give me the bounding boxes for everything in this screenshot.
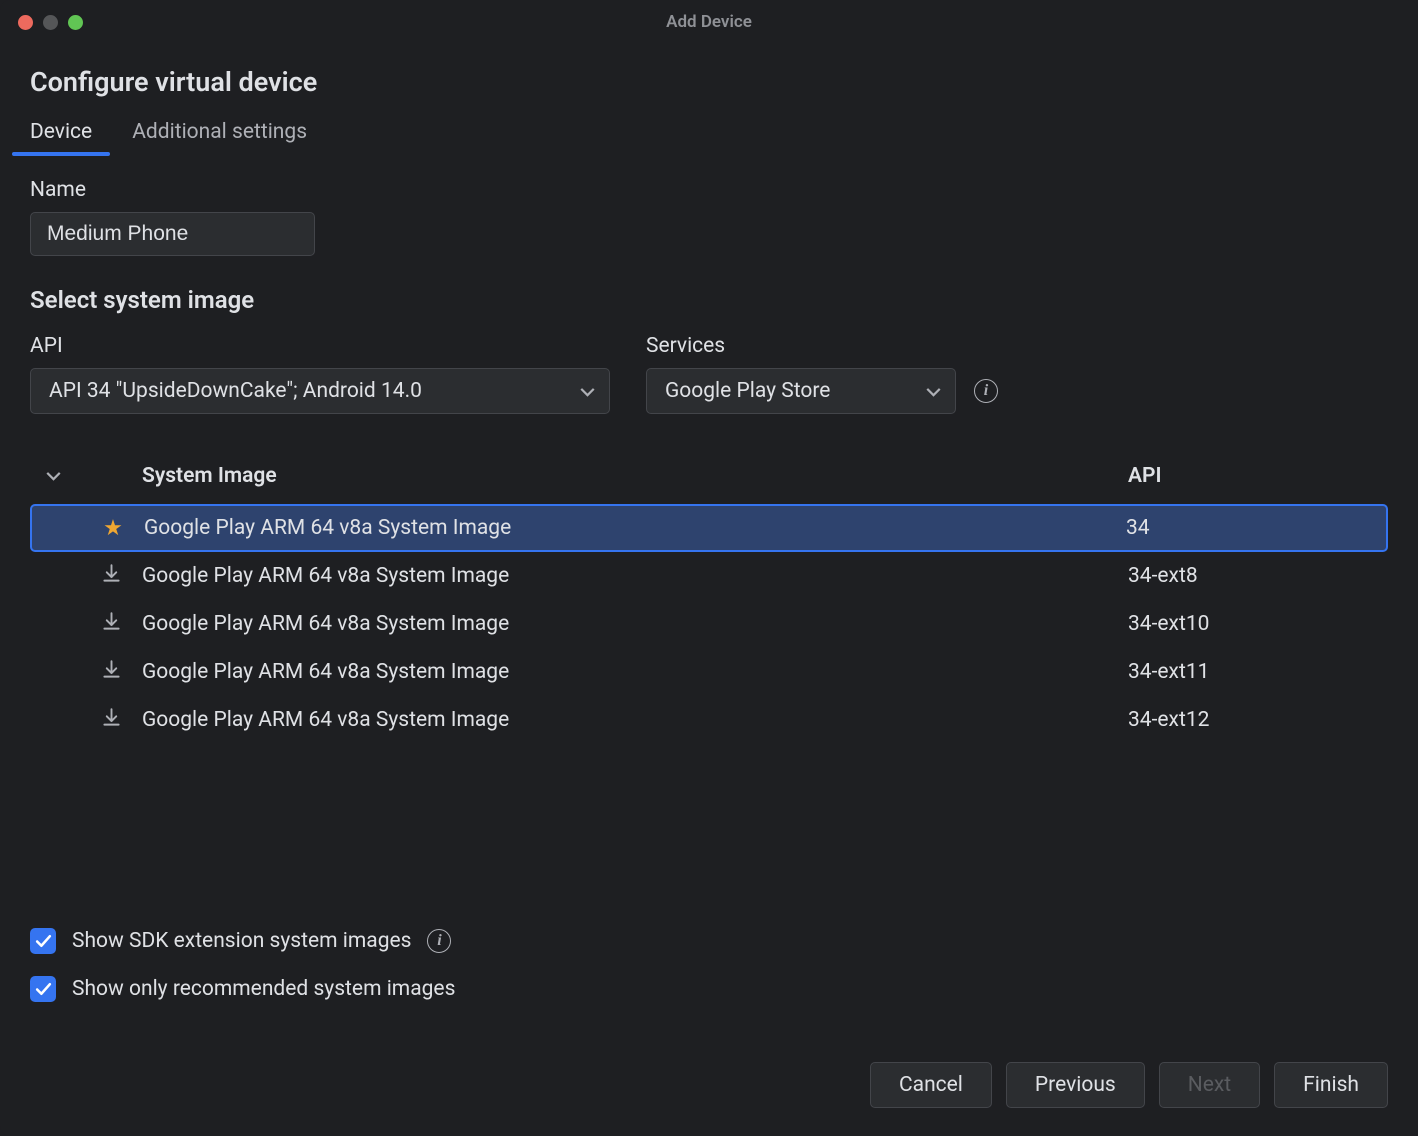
download-icon[interactable] — [102, 660, 121, 685]
add-device-window: Add Device Configure virtual device Devi… — [0, 0, 1418, 1136]
table-header: System Image API — [30, 454, 1388, 504]
services-select-value: Google Play Store — [665, 379, 830, 403]
checkbox-sdk-ext-row: Show SDK extension system images i — [30, 928, 1388, 954]
window-controls — [18, 15, 83, 30]
close-window-button[interactable] — [18, 15, 33, 30]
minimize-window-button[interactable] — [43, 15, 58, 30]
checkboxes: Show SDK extension system images i Show … — [30, 928, 1388, 1002]
table-row[interactable]: Google Play ARM 64 v8a System Image34-ex… — [30, 552, 1388, 600]
services-label: Services — [646, 334, 998, 358]
api-select-value: API 34 "UpsideDownCake"; Android 14.0 — [49, 379, 422, 403]
name-input[interactable] — [30, 212, 315, 256]
checkbox-recommended[interactable] — [30, 976, 56, 1002]
api-filter-group: API API 34 "UpsideDownCake"; Android 14.… — [30, 334, 610, 414]
tab-additional-settings[interactable]: Additional settings — [132, 120, 307, 154]
name-label: Name — [30, 178, 1388, 202]
cancel-button[interactable]: Cancel — [870, 1062, 992, 1108]
footer: Cancel Previous Next Finish — [0, 1032, 1418, 1136]
row-name: Google Play ARM 64 v8a System Image — [132, 660, 1128, 684]
checkbox-recommended-row: Show only recommended system images — [30, 976, 1388, 1002]
checkbox-sdk-ext[interactable] — [30, 928, 56, 954]
finish-button[interactable]: Finish — [1274, 1062, 1388, 1108]
table-body: ★Google Play ARM 64 v8a System Image34Go… — [30, 504, 1388, 744]
star-icon: ★ — [103, 516, 123, 541]
tab-device[interactable]: Device — [30, 120, 92, 154]
download-icon[interactable] — [102, 708, 121, 733]
collapse-toggle[interactable] — [30, 471, 90, 481]
previous-button[interactable]: Previous — [1006, 1062, 1145, 1108]
system-image-table: System Image API ★ Google Play ARM 64 v8a… — [30, 454, 1388, 858]
row-api: 34-ext8 — [1128, 564, 1388, 588]
maximize-window-button[interactable] — [68, 15, 83, 30]
row-name: Google Play ARM 64 v8a System Image — [132, 612, 1128, 636]
row-api: 34-ext12 — [1128, 708, 1388, 732]
chevron-down-icon — [926, 379, 941, 403]
table-row[interactable]: Google Play ARM 64 v8a System Image34-ex… — [30, 648, 1388, 696]
window-title: Add Device — [0, 12, 1418, 32]
row-api: 34-ext11 — [1128, 660, 1388, 684]
chevron-down-icon — [580, 379, 595, 403]
page-title: Configure virtual device — [30, 66, 1388, 98]
row-api: 34 — [1126, 516, 1386, 540]
tabs: Device Additional settings — [30, 120, 1388, 154]
table-row[interactable]: ★ Google Play ARM 64 v8a System Image34 — [30, 504, 1388, 552]
download-icon[interactable] — [102, 612, 121, 637]
services-filter-group: Services Google Play Store i — [646, 334, 998, 414]
row-name: Google Play ARM 64 v8a System Image — [132, 564, 1128, 588]
info-icon[interactable]: i — [427, 929, 451, 953]
row-name: Google Play ARM 64 v8a System Image — [132, 708, 1128, 732]
download-icon[interactable] — [102, 564, 121, 589]
api-label: API — [30, 334, 610, 358]
row-name: Google Play ARM 64 v8a System Image — [134, 516, 1126, 540]
info-icon[interactable]: i — [974, 379, 998, 403]
titlebar: Add Device — [0, 0, 1418, 44]
checkbox-recommended-label: Show only recommended system images — [72, 977, 455, 1001]
content: Configure virtual device Device Addition… — [0, 44, 1418, 1032]
table-row[interactable]: Google Play ARM 64 v8a System Image34-ex… — [30, 696, 1388, 744]
column-header-api[interactable]: API — [1128, 464, 1388, 488]
next-button: Next — [1159, 1062, 1260, 1108]
api-select[interactable]: API 34 "UpsideDownCake"; Android 14.0 — [30, 368, 610, 414]
section-title: Select system image — [30, 286, 1388, 314]
table-row[interactable]: Google Play ARM 64 v8a System Image34-ex… — [30, 600, 1388, 648]
filter-row: API API 34 "UpsideDownCake"; Android 14.… — [30, 334, 1388, 414]
services-select[interactable]: Google Play Store — [646, 368, 956, 414]
column-header-name[interactable]: System Image — [132, 464, 1128, 488]
row-api: 34-ext10 — [1128, 612, 1388, 636]
checkbox-sdk-ext-label: Show SDK extension system images — [72, 929, 411, 953]
